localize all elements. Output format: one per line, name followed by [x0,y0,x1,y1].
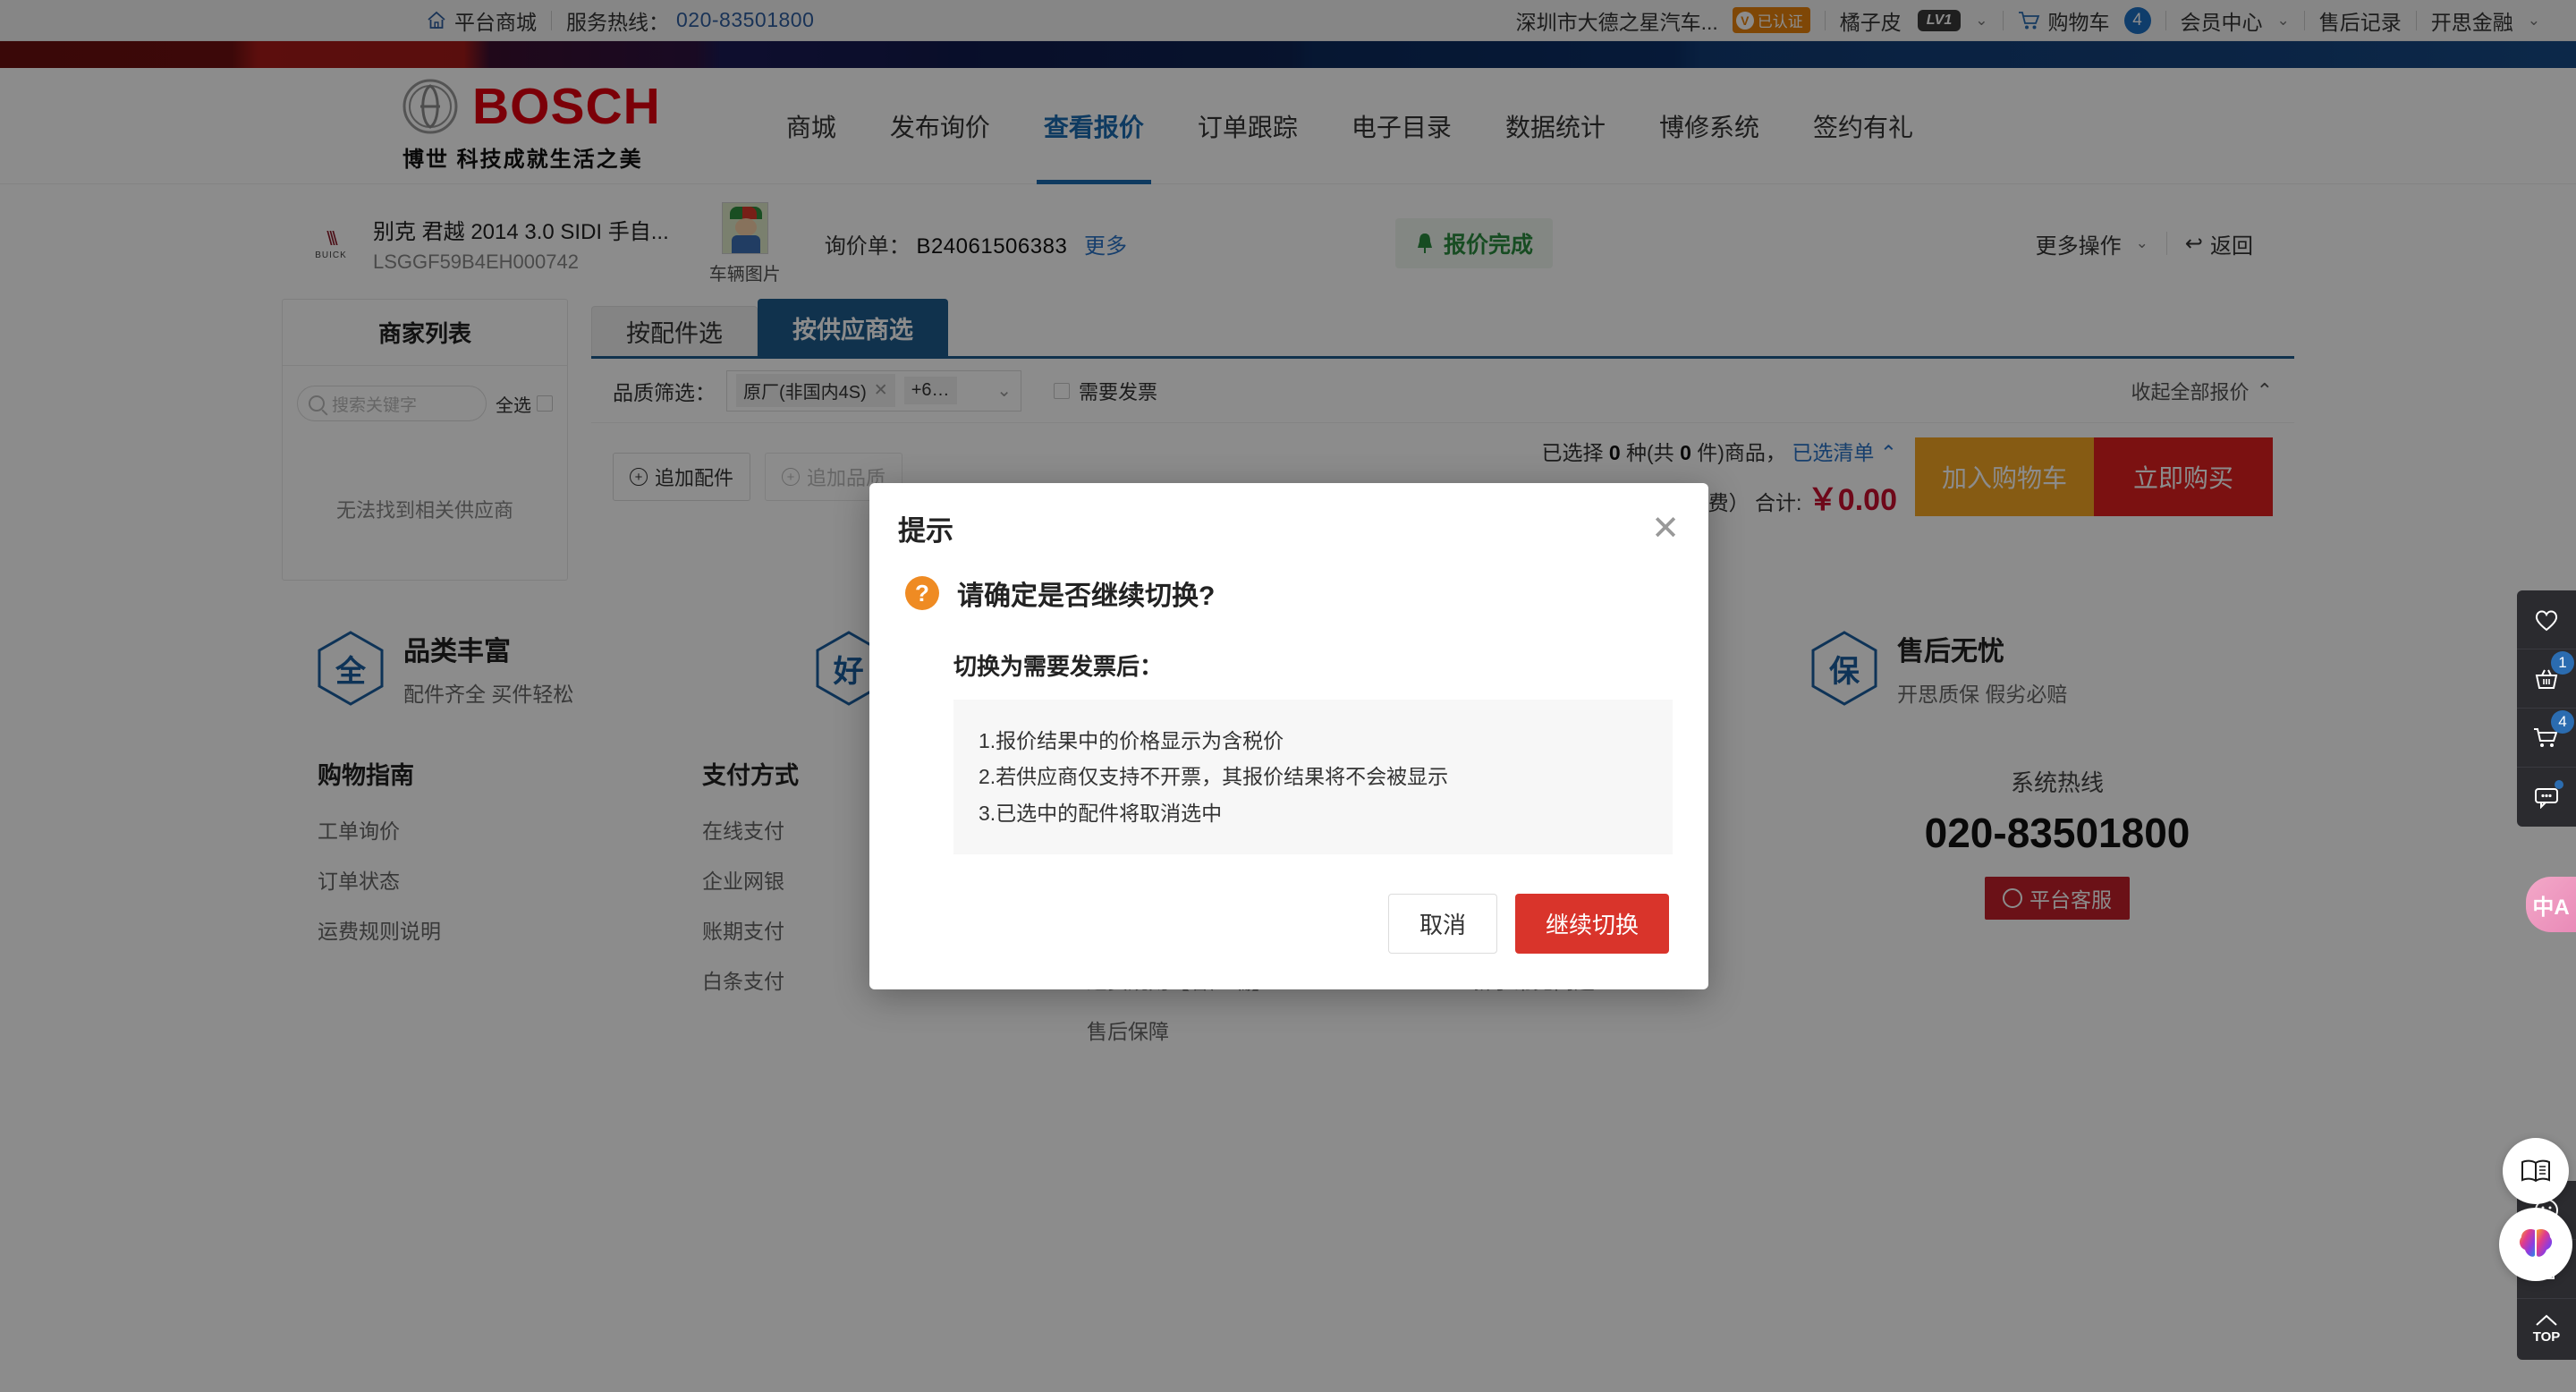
manual-button[interactable] [2503,1138,2569,1204]
modal-footer: 取消 继续切换 [869,854,1708,989]
rail-chat-unread-dot [2555,780,2563,789]
rail-basket-badge: 1 [2551,651,2574,675]
modal-note-item: 3.已选中的配件将取消选中 [979,795,1648,831]
modal-note-item: 1.报价结果中的价格显示为含税价 [979,723,1648,759]
modal-question-row: ? 请确定是否继续切换? [905,573,1673,613]
heart-icon [2533,607,2560,632]
chat-bubble-icon [2532,785,2561,809]
modal-header: 提示 ✕ [869,483,1708,548]
cancel-button[interactable]: 取消 [1388,894,1497,954]
confirm-switch-modal: 提示 ✕ ? 请确定是否继续切换? 切换为需要发票后： 1.报价结果中的价格显示… [869,483,1708,989]
page-root: 平台商城 服务热线： 020-83501800 深圳市大德之星汽车... V 已… [0,0,2576,1392]
open-book-icon [2520,1158,2552,1184]
chevron-up-icon [2534,1313,2559,1328]
confirm-switch-button[interactable]: 继续切换 [1515,894,1669,954]
modal-title: 提示 [898,508,953,548]
rail-basket-button[interactable]: 1 [2517,649,2576,709]
modal-note-item: 2.若供应商仅支持不开票，其报价结果将不会被显示 [979,759,1648,794]
close-icon[interactable]: ✕ [1651,512,1680,546]
rail-chat-button[interactable] [2517,768,2576,827]
brain-icon [2515,1226,2556,1263]
back-to-top-label: TOP [2533,1329,2561,1345]
modal-question-text: 请确定是否继续切换? [957,573,1215,613]
translate-icon: 中A [2532,889,2569,921]
rail-back-to-top-button[interactable]: TOP [2517,1299,2576,1358]
translate-button[interactable]: 中A [2526,877,2576,932]
right-side-rail: 1 4 [2517,590,2576,827]
rail-favorites-button[interactable] [2517,590,2576,649]
modal-body: ? 请确定是否继续切换? 切换为需要发票后： 1.报价结果中的价格显示为含税价 … [869,548,1708,854]
ai-assistant-button[interactable] [2499,1208,2572,1281]
rail-cart-button[interactable]: 4 [2517,709,2576,768]
modal-subhead: 切换为需要发票后： [953,649,1673,682]
rail-cart-badge: 4 [2551,710,2574,734]
modal-notes: 1.报价结果中的价格显示为含税价 2.若供应商仅支持不开票，其报价结果将不会被显… [953,700,1673,854]
question-mark-icon: ? [905,576,939,610]
